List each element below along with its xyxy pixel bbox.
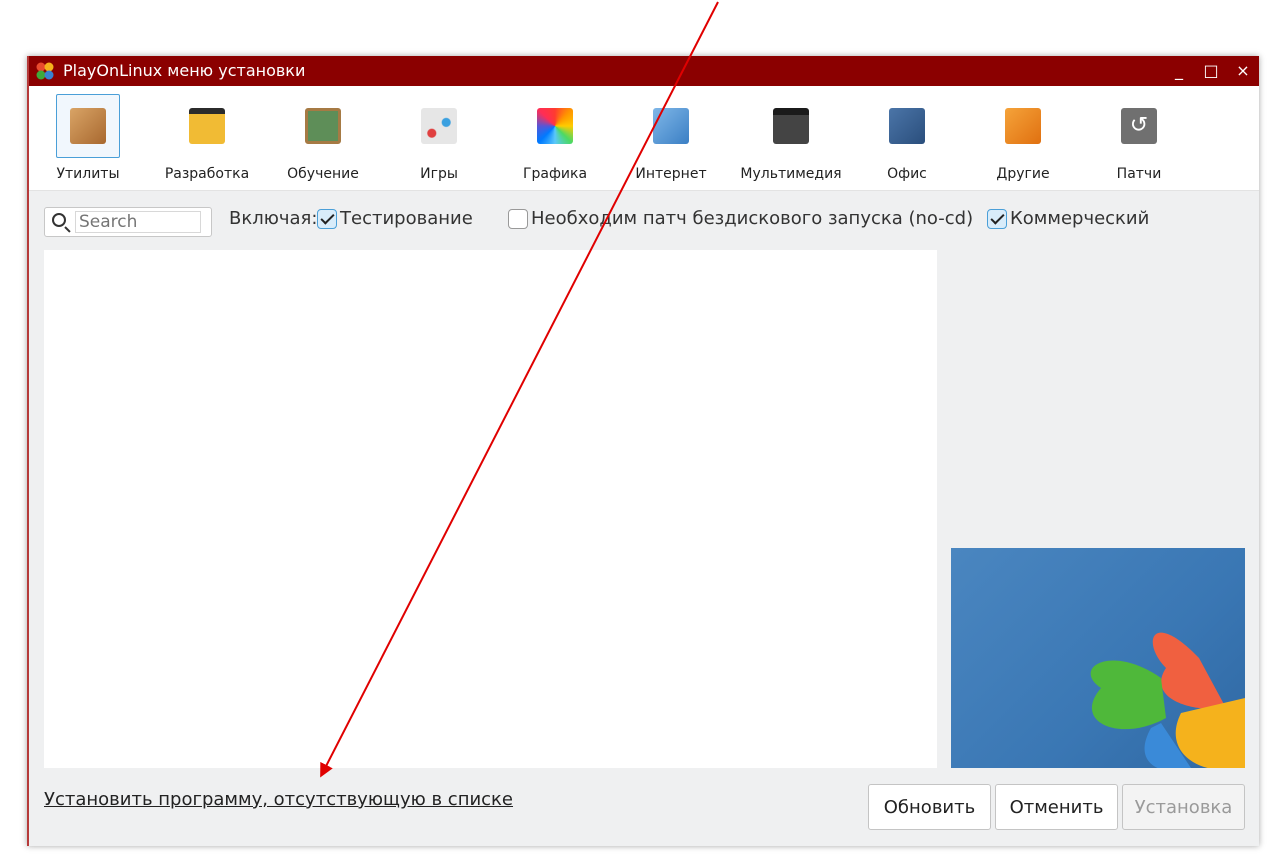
category-toolbar: Утилиты Разработка Обучение Игры Графика…: [29, 86, 1259, 191]
installer-window: PlayOnLinux меню установки _ □ × Утилиты…: [27, 56, 1259, 846]
playonlinux-logo: [1090, 632, 1245, 768]
education-icon: [305, 108, 341, 144]
development-icon: [189, 108, 225, 144]
category-office[interactable]: Офис: [851, 94, 963, 182]
category-graphics[interactable]: Графика: [499, 94, 611, 182]
search-input[interactable]: [75, 211, 201, 233]
minimize-button[interactable]: _: [1171, 56, 1187, 86]
window-controls: _ □ ×: [1171, 56, 1251, 86]
window-title: PlayOnLinux меню установки: [63, 61, 306, 80]
install-unlisted-link[interactable]: Установить программу, отсутствующую в сп…: [44, 789, 513, 810]
category-development[interactable]: Разработка: [151, 94, 263, 182]
other-icon: [1005, 108, 1041, 144]
commercial-checkbox[interactable]: Коммерческий: [987, 208, 1149, 229]
install-button[interactable]: Установка: [1122, 784, 1245, 830]
graphics-icon: [537, 108, 573, 144]
search-box: [44, 207, 212, 237]
checkbox-box[interactable]: [987, 208, 1007, 229]
patches-icon: ↺: [1121, 108, 1157, 144]
category-games[interactable]: Игры: [383, 94, 495, 182]
testing-checkbox[interactable]: Тестирование: [317, 208, 473, 229]
category-other[interactable]: Другие: [967, 94, 1079, 182]
category-patches[interactable]: ↺ Патчи: [1083, 94, 1195, 182]
category-internet[interactable]: Интернет: [615, 94, 727, 182]
title-bar[interactable]: PlayOnLinux меню установки _ □ ×: [29, 56, 1259, 86]
office-icon: [889, 108, 925, 144]
internet-icon: [653, 108, 689, 144]
search-icon: [52, 213, 66, 227]
category-multimedia[interactable]: Мультимедия: [735, 94, 847, 182]
multimedia-icon: [773, 108, 809, 144]
utilities-icon: [70, 108, 106, 144]
maximize-button[interactable]: □: [1203, 56, 1219, 86]
cancel-button[interactable]: Отменить: [995, 784, 1118, 830]
filter-bar: Включая: Тестирование Необходим патч без…: [29, 190, 1259, 250]
preview-image: [951, 548, 1245, 768]
including-label: Включая:: [229, 208, 318, 229]
checkbox-box[interactable]: [508, 208, 528, 229]
close-button[interactable]: ×: [1235, 56, 1251, 86]
refresh-button[interactable]: Обновить: [868, 784, 991, 830]
category-utilities[interactable]: Утилиты: [32, 94, 144, 182]
playonlinux-icon: [36, 62, 54, 80]
nocd-checkbox[interactable]: Необходим патч бездискового запуска (no-…: [508, 208, 973, 229]
category-education[interactable]: Обучение: [267, 94, 379, 182]
checkbox-box[interactable]: [317, 208, 337, 229]
games-icon: [421, 108, 457, 144]
application-list[interactable]: [44, 250, 937, 768]
